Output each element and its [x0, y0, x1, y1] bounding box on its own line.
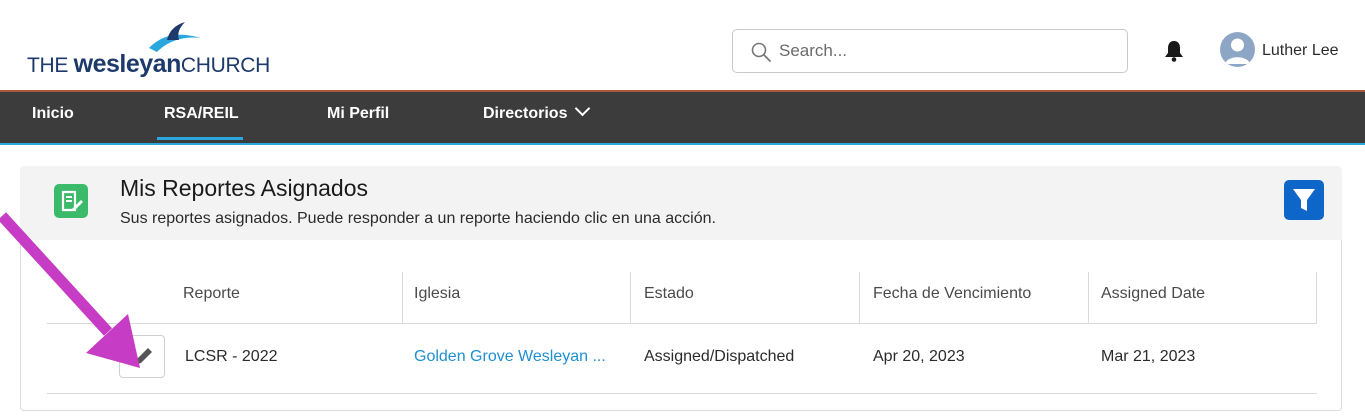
column-divider — [859, 272, 860, 324]
flame-icon — [149, 22, 201, 52]
filter-button[interactable] — [1284, 180, 1324, 220]
table-header-row: Reporte Iglesia Estado Fecha de Vencimie… — [47, 272, 1317, 324]
pencil-icon — [135, 348, 152, 365]
person-icon — [1225, 38, 1250, 64]
page-subtitle: Sus reportes asignados. Puede responder … — [120, 210, 716, 227]
active-tab-indicator — [157, 137, 243, 140]
table-row: LCSR - 2022 Golden Grove Wesleyan ... As… — [47, 324, 1317, 394]
column-header-reporte[interactable]: Reporte — [183, 285, 240, 303]
cell-estado: Assigned/Dispatched — [644, 348, 795, 365]
logo-church: CHURCH — [180, 54, 271, 77]
user-name[interactable]: Luther Lee — [1262, 42, 1339, 60]
nav-item-rsa-reil[interactable]: RSA/REIL — [164, 105, 239, 123]
column-header-estado[interactable]: Estado — [644, 285, 694, 303]
search-input[interactable] — [779, 36, 1109, 66]
cell-reporte: LCSR - 2022 — [185, 348, 278, 365]
nav-item-directorios[interactable]: Directorios — [483, 100, 591, 123]
app-header: THE wesleyanCHURCH Luther Lee — [0, 0, 1365, 90]
column-divider — [1316, 272, 1317, 324]
chevron-down-icon — [575, 100, 591, 117]
column-divider — [1088, 272, 1089, 324]
edit-report-button[interactable] — [119, 335, 165, 378]
cell-assigned-date: Mar 21, 2023 — [1101, 348, 1196, 365]
cell-fecha-vencimiento: Apr 20, 2023 — [873, 348, 965, 365]
nav-item-mi-perfil[interactable]: Mi Perfil — [327, 105, 389, 123]
search-box[interactable] — [732, 29, 1128, 73]
logo-the: THE — [27, 54, 69, 77]
page-title: Mis Reportes Asignados — [120, 175, 369, 201]
report-edit-icon — [54, 184, 88, 218]
filter-icon — [1293, 189, 1315, 211]
search-icon — [751, 42, 771, 62]
main-nav: Inicio RSA/REIL Mi Perfil Directorios — [0, 90, 1365, 145]
bell-icon[interactable] — [1164, 40, 1184, 62]
user-avatar-icon[interactable] — [1220, 32, 1255, 67]
reports-table: Reporte Iglesia Estado Fecha de Vencimie… — [47, 272, 1317, 394]
column-divider — [402, 272, 403, 324]
nav-item-directorios-label: Directorios — [483, 105, 568, 122]
column-header-assigned-date[interactable]: Assigned Date — [1101, 285, 1205, 303]
wesleyan-church-logo[interactable]: THE wesleyanCHURCH — [27, 22, 277, 79]
nav-item-inicio[interactable]: Inicio — [32, 105, 74, 123]
column-header-iglesia[interactable]: Iglesia — [414, 285, 460, 303]
assigned-reports-header: Mis Reportes Asignados Sus reportes asig… — [20, 166, 1342, 240]
cell-iglesia-link[interactable]: Golden Grove Wesleyan ... — [414, 348, 606, 366]
column-divider — [630, 272, 631, 324]
logo-text: THE wesleyanCHURCH — [27, 50, 270, 79]
column-header-fecha-vencimiento[interactable]: Fecha de Vencimiento — [873, 285, 1031, 303]
logo-wesleyan: wesleyan — [73, 50, 182, 78]
reports-table-card: Reporte Iglesia Estado Fecha de Vencimie… — [20, 240, 1342, 411]
